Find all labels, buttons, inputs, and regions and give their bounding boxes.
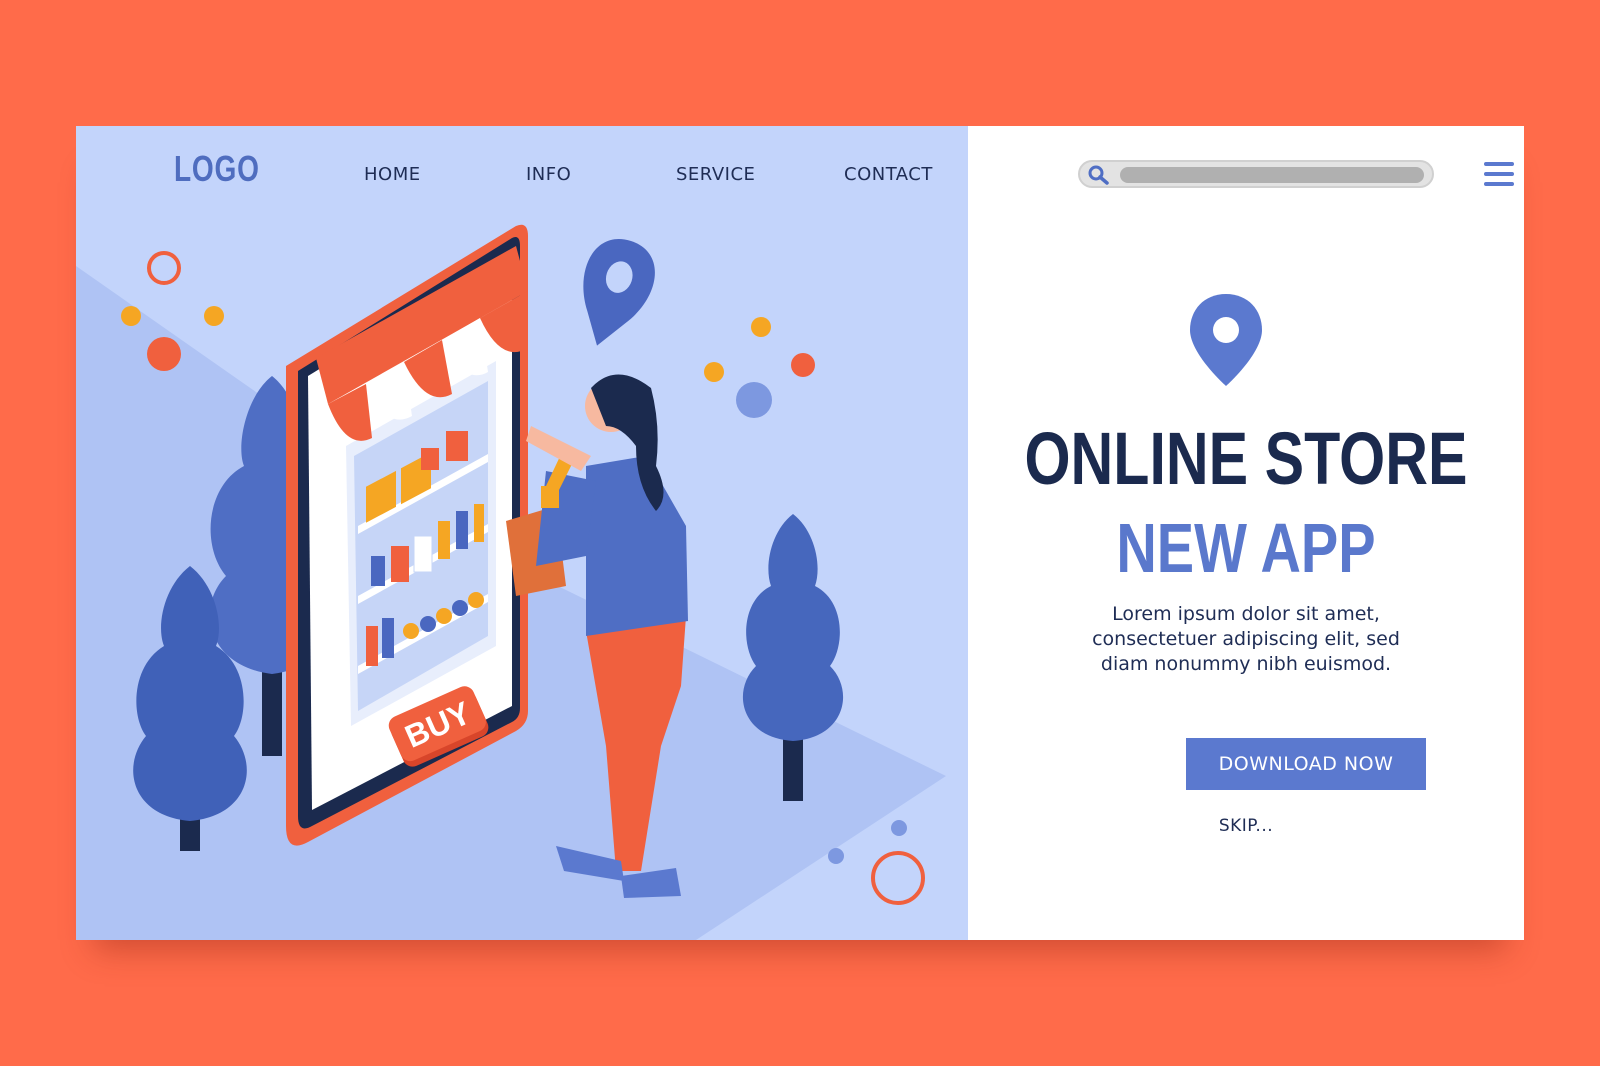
illustration-panel: BUY LOGO HOME INFO SERVICE CONTACT [76, 126, 968, 940]
decor-dot [828, 848, 844, 864]
decor-dot [891, 820, 907, 836]
skip-link[interactable]: SKIP... [968, 816, 1524, 836]
content-panel: ONLINE STORE NEW APP Lorem ipsum dolor s… [968, 126, 1524, 940]
nav-home[interactable]: HOME [364, 164, 421, 185]
search-icon [1088, 165, 1109, 185]
decor-ring [871, 851, 925, 905]
download-now-button[interactable]: DOWNLOAD NOW [1186, 738, 1426, 790]
nav-contact[interactable]: CONTACT [844, 164, 933, 185]
search-input[interactable] [1120, 167, 1424, 183]
hero-description: Lorem ipsum dolor sit amet, consectetuer… [1028, 602, 1464, 677]
decor-dot [704, 362, 724, 382]
decor-dot [204, 306, 224, 326]
description-line: consectetuer adipiscing elit, sed [1092, 628, 1400, 650]
decor-ring [147, 251, 181, 285]
decor-dot [791, 353, 815, 377]
search-bar[interactable] [1078, 160, 1434, 188]
decor-dot [736, 382, 772, 418]
nav-info[interactable]: INFO [526, 164, 571, 185]
location-pin-icon [1190, 294, 1262, 386]
decor-dot [147, 337, 181, 371]
hero-title: ONLINE STORE [1024, 417, 1468, 500]
hamburger-menu-icon[interactable] [1484, 162, 1514, 188]
floating-pin-icon [583, 239, 655, 346]
description-line: diam nonummy nibh euismod. [1100, 653, 1392, 675]
store-illustration: BUY [76, 224, 946, 940]
nav-service[interactable]: SERVICE [676, 164, 755, 185]
description-line: Lorem ipsum dolor sit amet, [1112, 603, 1380, 625]
decor-dot [121, 306, 141, 326]
brand-logo[interactable]: LOGO [174, 148, 260, 190]
decor-dot [751, 317, 771, 337]
hero-subtitle: NEW APP [1116, 509, 1376, 587]
landing-page-card: BUY LOGO HOME INFO SERVICE CONTACT ONLIN… [76, 126, 1524, 940]
